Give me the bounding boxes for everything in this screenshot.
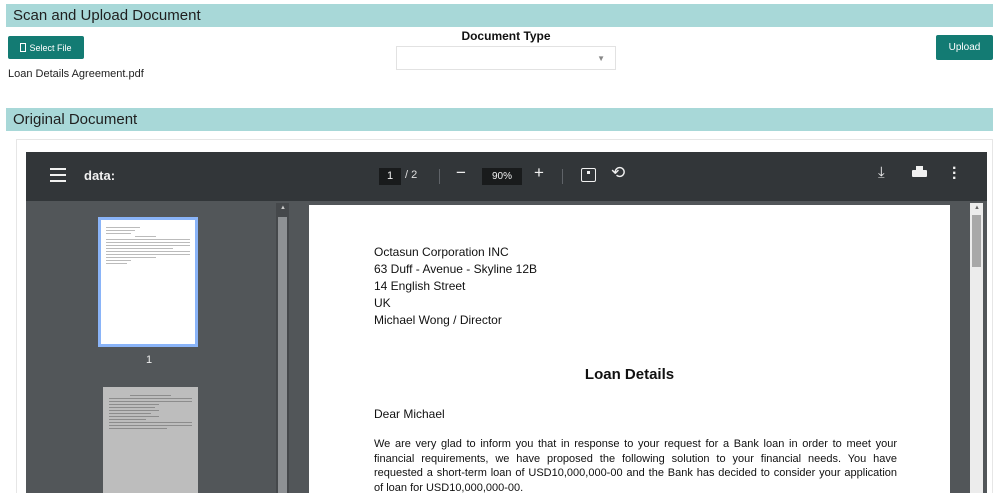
rotate-icon[interactable]: ⟲ bbox=[611, 163, 625, 183]
menu-icon[interactable] bbox=[50, 168, 66, 182]
recipient-address: Octasun Corporation INC 63 Duff - Avenue… bbox=[374, 244, 537, 329]
pdf-toolbar: data: 1 / 2 − 90% + ⟲ ⤓ · · · bbox=[26, 152, 987, 201]
document-body: We are very glad to inform you that in r… bbox=[374, 438, 897, 494]
toolbar-divider bbox=[562, 169, 563, 184]
document-greeting: Dear Michael bbox=[374, 407, 445, 421]
thumbnail-sidebar: 1 ▲ bbox=[26, 201, 289, 493]
thumbnail-page-number: 1 bbox=[146, 354, 153, 366]
scroll-up-icon[interactable]: ▲ bbox=[280, 205, 286, 211]
chevron-down-icon: ▼ bbox=[597, 54, 605, 63]
document-heading: Loan Details bbox=[584, 366, 675, 383]
zoom-level-input[interactable]: 90% bbox=[482, 168, 522, 185]
document-type-label: Document Type bbox=[461, 29, 551, 43]
print-icon[interactable] bbox=[912, 166, 927, 180]
address-line: 63 Duff - Avenue - Skyline 12B bbox=[374, 262, 537, 276]
page-total: / 2 bbox=[405, 169, 418, 181]
toolbar-divider bbox=[439, 169, 440, 184]
page-thumbnail-1[interactable] bbox=[98, 217, 198, 347]
upload-button[interactable]: Upload bbox=[936, 35, 993, 60]
scrollbar-thumb[interactable] bbox=[278, 217, 287, 493]
scan-upload-header: Scan and Upload Document bbox=[6, 4, 993, 27]
zoom-in-icon[interactable]: + bbox=[534, 163, 544, 183]
page-thumbnail-2[interactable] bbox=[103, 387, 198, 493]
address-line: Michael Wong / Director bbox=[374, 313, 502, 327]
select-file-label: Select File bbox=[29, 42, 72, 53]
file-icon bbox=[20, 43, 27, 52]
zoom-out-icon[interactable]: − bbox=[456, 163, 466, 183]
uploaded-file-name: Loan Details Agreement.pdf bbox=[8, 68, 144, 80]
pdf-title: data: bbox=[84, 168, 116, 183]
scrollbar-thumb[interactable] bbox=[972, 215, 981, 267]
address-line: UK bbox=[374, 296, 391, 310]
document-page: Octasun Corporation INC 63 Duff - Avenue… bbox=[309, 205, 950, 494]
select-file-button[interactable]: Select File bbox=[8, 36, 84, 59]
document-scrollbar[interactable]: ▲ bbox=[970, 203, 983, 493]
address-line: Octasun Corporation INC bbox=[374, 245, 509, 259]
page-number-input[interactable]: 1 bbox=[379, 168, 401, 185]
fit-page-icon[interactable] bbox=[581, 168, 596, 182]
thumbnail-scrollbar[interactable]: ▲ bbox=[276, 203, 289, 493]
address-line: 14 English Street bbox=[374, 279, 466, 293]
original-document-header: Original Document bbox=[6, 108, 993, 131]
document-type-select[interactable]: ▼ bbox=[396, 46, 616, 70]
scroll-up-icon[interactable]: ▲ bbox=[974, 205, 980, 211]
more-icon[interactable]: · · · bbox=[952, 161, 957, 187]
download-icon[interactable]: ⤓ bbox=[878, 164, 885, 181]
document-viewport: Octasun Corporation INC 63 Duff - Avenue… bbox=[289, 201, 987, 494]
